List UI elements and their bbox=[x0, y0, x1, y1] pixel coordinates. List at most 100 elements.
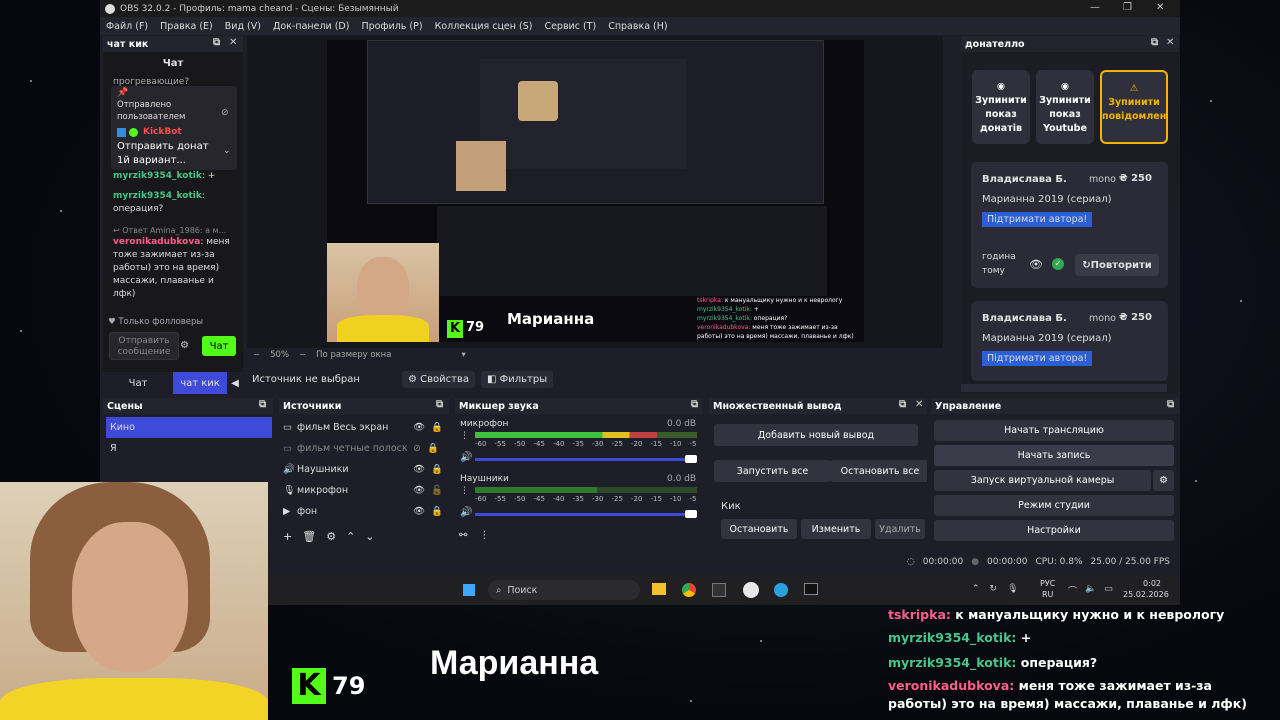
float-icon[interactable]: ⧉ bbox=[899, 399, 906, 410]
filters-button[interactable]: ◧ Фильтры bbox=[481, 370, 554, 388]
fit-select[interactable]: По размеру окна bbox=[316, 350, 391, 360]
menu-dots-icon[interactable]: ⋮ bbox=[479, 530, 489, 541]
close-icon[interactable]: ✕ bbox=[1166, 37, 1174, 48]
scene-item[interactable]: Кино bbox=[106, 417, 272, 438]
gear-icon[interactable]: ⚙ bbox=[326, 530, 336, 543]
repeat-button[interactable]: ↻ Повторити bbox=[1075, 254, 1159, 276]
close-icon[interactable]: ✕ bbox=[915, 399, 923, 410]
stop-all-button[interactable]: Остановить все bbox=[830, 460, 927, 482]
chevron-left-icon[interactable]: ◀ bbox=[227, 372, 243, 394]
float-icon[interactable]: ⧉ bbox=[691, 399, 698, 410]
horizontal-scrollbar[interactable] bbox=[961, 384, 1167, 392]
maximize-icon[interactable]: ❐ bbox=[1123, 2, 1132, 13]
menu-docks[interactable]: Док-панели (D) bbox=[267, 21, 355, 32]
menu-tools[interactable]: Сервис (T) bbox=[538, 21, 602, 32]
slider-handle[interactable] bbox=[685, 455, 697, 463]
chevron-down-icon[interactable]: ▾ bbox=[461, 350, 465, 360]
volume-icon[interactable]: 🔈 bbox=[1085, 584, 1096, 597]
support-link[interactable]: Підтримати автора! bbox=[982, 351, 1093, 366]
sync-icon[interactable]: ↻ bbox=[990, 584, 998, 594]
chevron-down-icon[interactable]: ⌄ bbox=[223, 146, 231, 156]
menu-dots-icon[interactable]: ⋮ bbox=[460, 431, 469, 441]
clock[interactable]: 0:02 25.02.2026 bbox=[1123, 578, 1169, 600]
link-icon[interactable]: ⚯ bbox=[459, 530, 467, 541]
app-icon[interactable] bbox=[712, 583, 726, 597]
slider-handle[interactable] bbox=[685, 510, 697, 518]
stop-messages-button[interactable]: ⚠Зупинити повідомлення bbox=[1100, 70, 1168, 144]
virtual-camera-button[interactable]: Запуск виртуальной камеры bbox=[934, 470, 1151, 491]
menu-help[interactable]: Справка (H) bbox=[602, 21, 673, 32]
speaker-icon[interactable]: 🔊 bbox=[460, 452, 472, 463]
eye-icon[interactable]: 👁 bbox=[413, 506, 425, 517]
scene-item[interactable]: Я bbox=[106, 438, 272, 459]
preview-canvas[interactable]: K 79 Марианна tskripka: к мануальщику ну… bbox=[327, 40, 864, 342]
close-icon[interactable]: ✕ bbox=[229, 37, 237, 48]
tab-chat[interactable]: Чат bbox=[103, 372, 173, 394]
battery-icon[interactable]: ▭ bbox=[1104, 584, 1113, 597]
source-item[interactable]: 🎙 микрофон 👁 🔓 bbox=[283, 480, 445, 501]
source-item[interactable]: ▭ фильм Весь экран 👁 🔒 bbox=[283, 417, 445, 438]
chat-input[interactable]: Отправить сообщение bbox=[109, 332, 179, 360]
start-record-button[interactable]: Начать запись bbox=[934, 445, 1174, 466]
speaker-icon[interactable]: 🔊 bbox=[460, 507, 472, 518]
lock-icon[interactable]: 🔒 bbox=[431, 506, 443, 517]
volume-slider[interactable] bbox=[475, 458, 697, 461]
taskbar-search[interactable]: ⌕ Поиск bbox=[488, 580, 640, 600]
add-output-button[interactable]: Добавить новый вывод bbox=[714, 424, 918, 446]
zoom-out-icon[interactable]: − bbox=[253, 350, 260, 360]
volume-slider[interactable] bbox=[475, 513, 697, 516]
start-all-button[interactable]: Запустить все bbox=[714, 460, 831, 482]
add-icon[interactable]: + bbox=[283, 530, 292, 543]
float-icon[interactable]: ⧉ bbox=[259, 399, 266, 410]
support-link[interactable]: Підтримати автора! bbox=[982, 212, 1093, 227]
language-indicator[interactable]: РУС RU bbox=[1040, 578, 1055, 600]
tab-chat-kick[interactable]: чат кик bbox=[173, 372, 227, 394]
unlock-icon[interactable]: 🔓 bbox=[431, 485, 443, 496]
menu-file[interactable]: Файл (F) bbox=[100, 21, 154, 32]
lock-icon[interactable]: 🔒 bbox=[431, 422, 443, 433]
folder-icon[interactable] bbox=[652, 583, 666, 595]
chat-send-button[interactable]: Чат bbox=[202, 336, 236, 356]
unpin-icon[interactable]: ⊘ bbox=[221, 108, 229, 118]
menu-dots-icon[interactable]: ⋮ bbox=[460, 486, 469, 496]
menu-edit[interactable]: Правка (E) bbox=[154, 21, 219, 32]
settings-button[interactable]: Настройки bbox=[934, 520, 1174, 541]
eye-icon[interactable]: 👁 bbox=[413, 422, 425, 433]
source-item[interactable]: 🔊 Наушники 👁 🔒 bbox=[283, 459, 445, 480]
windows-start-icon[interactable] bbox=[463, 584, 475, 596]
studio-mode-button[interactable]: Режим студии bbox=[934, 495, 1174, 516]
source-item[interactable]: ▶ фон 👁 🔒 bbox=[283, 501, 445, 522]
float-icon[interactable]: ⧉ bbox=[1151, 37, 1158, 48]
float-icon[interactable]: ⧉ bbox=[436, 399, 443, 410]
stop-youtube-button[interactable]: ◉ Зупинити показ Youtube bbox=[1036, 70, 1094, 144]
eye-icon[interactable]: 👁 bbox=[1029, 258, 1043, 271]
trash-icon[interactable]: 🗑 bbox=[302, 530, 316, 543]
zoom-in-icon[interactable]: − bbox=[299, 350, 306, 360]
pinned-message[interactable]: 📌 Отправлено пользователем ⊘ KickBot Отп… bbox=[111, 86, 237, 170]
close-icon[interactable]: ✕ bbox=[1156, 2, 1164, 13]
edit-button[interactable]: Изменить bbox=[801, 519, 871, 539]
terminal-icon[interactable] bbox=[804, 583, 818, 595]
telegram-icon[interactable] bbox=[774, 583, 788, 597]
chevron-up-icon[interactable]: ⌃ bbox=[972, 584, 980, 594]
float-icon[interactable]: ⧉ bbox=[213, 37, 220, 48]
chrome-icon[interactable] bbox=[682, 583, 696, 597]
lock-icon[interactable]: 🔒 bbox=[431, 464, 443, 475]
start-stream-button[interactable]: Начать трансляцию bbox=[934, 420, 1174, 441]
lock-icon[interactable]: 🔒 bbox=[427, 443, 439, 454]
chevron-up-icon[interactable]: ⌃ bbox=[346, 530, 355, 543]
microphone-icon[interactable]: 🎙 bbox=[1007, 584, 1018, 594]
gear-icon[interactable]: ⚙ bbox=[1153, 470, 1174, 491]
menu-profile[interactable]: Профиль (P) bbox=[355, 21, 428, 32]
properties-button[interactable]: ⚙ Свойства bbox=[402, 370, 475, 388]
menu-scene-collection[interactable]: Коллекция сцен (S) bbox=[429, 21, 539, 32]
eye-icon[interactable]: 👁 bbox=[413, 464, 425, 475]
source-item[interactable]: ▭ фильм четные полоск ⊘ 🔒 bbox=[283, 438, 445, 459]
stop-donations-button[interactable]: ◉ Зупинити показ донатів bbox=[972, 70, 1030, 144]
wifi-icon[interactable]: ⌒ bbox=[1068, 584, 1077, 597]
minimize-icon[interactable]: — bbox=[1090, 2, 1100, 13]
obs-taskbar-icon[interactable] bbox=[743, 582, 759, 598]
chevron-down-icon[interactable]: ⌄ bbox=[365, 530, 374, 543]
delete-button[interactable]: Удалить bbox=[875, 519, 925, 539]
menu-view[interactable]: Вид (V) bbox=[219, 21, 267, 32]
